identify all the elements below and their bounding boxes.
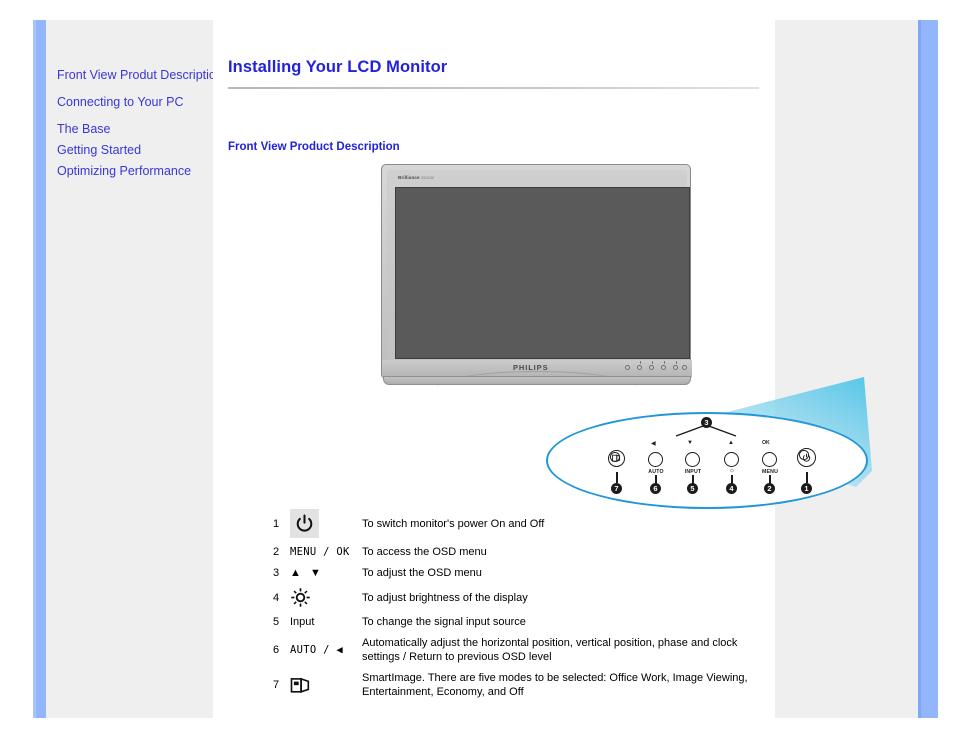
chin-button-smartimage-icon xyxy=(625,365,630,370)
legend-row-1: 1 To switch monitor's power On and Off xyxy=(273,509,773,538)
monitor-inner-bezel: Brilliance 220CW xyxy=(387,170,690,360)
leader-7 xyxy=(616,472,618,483)
legend-icon-1 xyxy=(290,509,362,538)
sidebar-item-getting-started[interactable]: Getting Started xyxy=(57,143,217,158)
legend-row-2: 2 MENU / OK To access the OSD menu xyxy=(273,545,773,559)
legend-row-7: 7 SmartImage. There are five modes to be… xyxy=(273,671,773,699)
main-content: Installing Your LCD Monitor Front View P… xyxy=(213,20,872,718)
legend-row-6: 6 AUTO / ◀ Automatically adjust the hori… xyxy=(273,636,773,664)
legend-icon-4 xyxy=(290,587,362,608)
legend-description-3: To adjust the OSD menu xyxy=(362,567,482,579)
left-accent-highlight xyxy=(33,20,36,718)
power-symbol-icon xyxy=(296,514,313,532)
menu-ok-icon: MENU / OK xyxy=(290,546,350,558)
control-buttons-callout: 3 7 ◀ AUTO 6 ▼ INPUT 5 ▲ ☼ 4 OK MENU 2 1 xyxy=(546,412,868,509)
legend-description-5: To change the signal input source xyxy=(362,616,526,628)
brilliance-brand-text: Brilliance 220CW xyxy=(398,175,434,180)
sidebar-nav: Front View Produt Description Connecting… xyxy=(57,68,223,185)
legend-number-5: 5 xyxy=(273,616,280,628)
legend-icon-7 xyxy=(290,676,362,695)
monitor-screen xyxy=(395,187,690,359)
legend-description-4: To adjust brightness of the display xyxy=(362,591,528,604)
callout-menu-button[interactable] xyxy=(762,452,777,467)
section-heading: Front View Product Description xyxy=(228,140,400,153)
monitor-base xyxy=(383,376,691,385)
brightness-icon xyxy=(291,588,310,607)
button-legend-table: 1 To switch monitor's power On and Off 2… xyxy=(273,509,773,706)
sidebar-item-connecting-to-your-pc[interactable]: Connecting to Your PC xyxy=(57,95,217,110)
smartimage-icon xyxy=(290,677,310,693)
chin-button-menu-icon xyxy=(673,365,678,370)
smartimage-glyph-icon xyxy=(612,454,621,462)
right-panel xyxy=(775,20,918,718)
legend-description-6: Automatically adjust the horizontal posi… xyxy=(362,637,738,663)
callout-auto-button[interactable] xyxy=(648,452,663,467)
power-icon xyxy=(290,509,319,538)
badge-2: 2 xyxy=(764,483,775,494)
menu-ok-label: OK xyxy=(762,440,770,446)
input-label-icon: Input xyxy=(290,616,315,628)
chin-button-input-icon xyxy=(649,365,654,370)
legend-description-7: SmartImage. There are five modes to be s… xyxy=(362,672,748,698)
badge-7: 7 xyxy=(611,483,622,494)
legend-number-4: 4 xyxy=(273,591,280,604)
leader-1 xyxy=(806,472,808,483)
legend-row-3: 3 ▲ ▼ To adjust the OSD menu xyxy=(273,566,773,580)
chin-button-power-icon xyxy=(682,365,687,370)
badge-1: 1 xyxy=(801,483,812,494)
badge-3: 3 xyxy=(701,417,712,428)
legend-number-2: 2 xyxy=(273,546,280,558)
auto-left-icon: AUTO / ◀ xyxy=(290,644,343,656)
legend-row-5: 5 Input To change the signal input sourc… xyxy=(273,615,773,629)
legend-icon-6: AUTO / ◀ xyxy=(290,644,362,656)
page-root: Front View Produt Description Connecting… xyxy=(0,0,954,738)
legend-number-7: 7 xyxy=(273,679,280,691)
title-divider xyxy=(228,87,759,89)
badge-5: 5 xyxy=(687,483,698,494)
legend-row-4: 4 To adjust brightness of the display xyxy=(273,587,773,608)
legend-icon-5: Input xyxy=(290,616,362,628)
badge-4: 4 xyxy=(726,483,737,494)
right-accent-highlight xyxy=(918,20,921,718)
sidebar-item-optimizing-performance[interactable]: Optimizing Performance xyxy=(57,164,217,179)
brilliance-word: Brilliance xyxy=(398,175,420,180)
legend-description-1: To switch monitor's power On and Off xyxy=(362,517,545,530)
chin-tick-3 xyxy=(664,361,665,364)
brightness-button-label: ☼ xyxy=(728,467,736,474)
brilliance-model: 220CW xyxy=(421,176,434,180)
legend-number-1: 1 xyxy=(273,517,280,530)
power-glyph-icon xyxy=(802,453,811,462)
chin-button-auto-icon xyxy=(637,365,642,370)
right-accent-bar xyxy=(918,20,938,718)
sidebar-item-the-base[interactable]: The Base xyxy=(57,122,217,137)
chin-button-brightness-icon xyxy=(661,365,666,370)
sidebar-item-front-view-produt-description[interactable]: Front View Produt Description xyxy=(57,68,223,83)
brightness-up-arrow-icon: ▲ xyxy=(728,440,734,446)
badge-6: 6 xyxy=(650,483,661,494)
up-down-arrows-icon: ▲ ▼ xyxy=(290,567,324,579)
input-down-arrow-icon: ▼ xyxy=(687,440,693,446)
auto-left-arrow-icon: ◀ xyxy=(651,441,656,447)
legend-number-3: 3 xyxy=(273,567,280,579)
legend-description-2: To access the OSD menu xyxy=(362,546,487,558)
chin-tick-1 xyxy=(640,361,641,364)
legend-icon-3: ▲ ▼ xyxy=(290,567,362,579)
chin-tick-2 xyxy=(652,361,653,364)
chin-tick-4 xyxy=(676,361,677,364)
page-title: Installing Your LCD Monitor xyxy=(228,58,448,77)
callout-brightness-button[interactable] xyxy=(724,452,739,467)
monitor-outer-bezel: Brilliance 220CW PHILIPS xyxy=(381,164,692,385)
callout-input-button[interactable] xyxy=(685,452,700,467)
legend-icon-2: MENU / OK xyxy=(290,546,362,558)
monitor-illustration: Brilliance 220CW PHILIPS xyxy=(381,164,701,392)
legend-number-6: 6 xyxy=(273,644,280,656)
